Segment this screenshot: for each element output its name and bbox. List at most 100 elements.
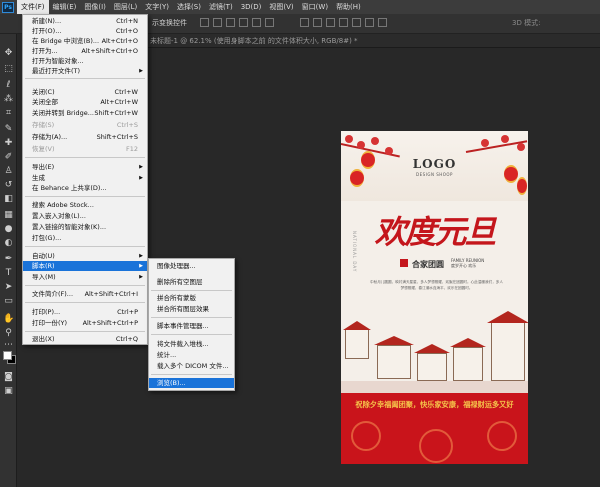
menu-item-new[interactable]: 新建(N)... Ctrl+N — [23, 16, 147, 26]
distribute-bottom-icon[interactable] — [326, 18, 335, 27]
blur-tool-icon[interactable]: ● — [3, 224, 14, 235]
menu-separator — [151, 374, 232, 375]
cloud-ornament — [487, 421, 517, 451]
menu-item-statistics[interactable]: 统计... — [149, 350, 234, 360]
menu-item-browse-in-bridge[interactable]: 在 Bridge 中浏览(B)... Alt+Ctrl+O — [23, 36, 147, 46]
menu-item-open-recent[interactable]: 最近打开文件(T) ▶ — [23, 66, 147, 76]
menu-help[interactable]: 帮助(H) — [332, 0, 365, 14]
menu-item-export[interactable]: 导出(E) ▶ — [23, 162, 147, 172]
menu-item-scripts[interactable]: 脚本(R) ▶ — [23, 261, 147, 271]
menu-item-close[interactable]: 关闭(C) Ctrl+W — [23, 87, 147, 97]
hand-tool-icon[interactable]: ✋ — [3, 314, 14, 325]
menu-item-open[interactable]: 打开(O)... Ctrl+O — [23, 26, 147, 36]
menu-item-print-one-copy[interactable]: 打印一份(Y) Alt+Shift+Ctrl+P — [23, 318, 147, 328]
distribute-middle-icon[interactable] — [313, 18, 322, 27]
align-middle-icon[interactable] — [252, 18, 261, 27]
menu-edit[interactable]: 编辑(E) — [49, 0, 81, 14]
menu-item-file-info[interactable]: 文件简介(F)... Alt+Shift+Ctrl+I — [23, 289, 147, 299]
history-brush-tool-icon[interactable]: ↺ — [3, 180, 14, 191]
align-top-icon[interactable] — [239, 18, 248, 27]
clone-stamp-tool-icon[interactable]: ♙ — [3, 166, 14, 177]
plum-blossom — [371, 137, 379, 145]
cloud-ornament — [351, 421, 381, 451]
menu-item-load-multiple-dicom[interactable]: 载入多个 DICOM 文件... — [149, 361, 234, 371]
menu-view[interactable]: 视图(V) — [265, 0, 297, 14]
menu-image[interactable]: 图像(I) — [80, 0, 110, 14]
align-right-icon[interactable] — [226, 18, 235, 27]
menu-select[interactable]: 选择(S) — [173, 0, 205, 14]
menu-item-print[interactable]: 打印(P)... Ctrl+P — [23, 307, 147, 317]
house-roof — [450, 338, 486, 347]
menu-item-open-as-smart-object[interactable]: 打开为智能对象... — [23, 56, 147, 66]
zoom-tool-icon[interactable]: ⚲ — [3, 328, 14, 339]
menu-separator — [151, 334, 232, 335]
align-left-icon[interactable] — [200, 18, 209, 27]
menu-item-delete-empty-layers[interactable]: 删除所有空图层 — [149, 277, 234, 287]
menu-filter[interactable]: 滤镜(T) — [205, 0, 237, 14]
red-lantern — [517, 177, 527, 195]
menu-item-open-as[interactable]: 打开为... Alt+Shift+Ctrl+O — [23, 46, 147, 56]
eraser-tool-icon[interactable]: ◧ — [3, 194, 14, 205]
screen-mode-icon[interactable]: ▣ — [3, 386, 14, 397]
show-transform-controls-label[interactable]: 示变换控件 — [152, 18, 187, 28]
menu-item-automate[interactable]: 自动(U) ▶ — [23, 251, 147, 261]
document-tab[interactable]: 未标题-1 @ 62.1% (使用身脚本之前 的文件体积大小, RGB/8#) … — [144, 34, 364, 48]
menu-separator — [151, 290, 232, 291]
align-center-icon[interactable] — [213, 18, 222, 27]
gradient-tool-icon[interactable]: ▦ — [3, 210, 14, 221]
menu-item-close-go-to-bridge[interactable]: 关闭并转到 Bridge... Shift+Ctrl+W — [23, 108, 147, 118]
align-bottom-icon[interactable] — [265, 18, 274, 27]
foreground-color-swatch[interactable] — [3, 351, 12, 360]
menu-item-place-linked[interactable]: 置入链接的智能对象(K)... — [23, 222, 147, 232]
type-tool-icon[interactable]: T — [3, 268, 14, 279]
menu-item-import[interactable]: 导入(M) ▶ — [23, 272, 147, 282]
menu-item-flatten-all-masks[interactable]: 拼合所有蒙版 — [149, 293, 234, 303]
menu-item-script-events-manager[interactable]: 脚本事件管理器... — [149, 321, 234, 331]
rectangle-tool-icon[interactable]: ▭ — [3, 296, 14, 307]
pen-tool-icon[interactable]: ✒ — [3, 254, 14, 265]
path-selection-tool-icon[interactable]: ➤ — [3, 282, 14, 293]
move-tool-icon[interactable]: ✥ — [3, 48, 14, 59]
lasso-tool-icon[interactable]: ℓ — [3, 80, 14, 91]
town-illustration — [341, 303, 528, 393]
more-options-icon[interactable] — [378, 18, 387, 27]
menu-item-search-adobe-stock[interactable]: 搜索 Adobe Stock... — [23, 200, 147, 210]
menu-separator — [25, 331, 145, 332]
distribute-center-icon[interactable] — [352, 18, 361, 27]
dodge-tool-icon[interactable]: ◐ — [3, 238, 14, 249]
quick-mask-icon[interactable]: ◙ — [3, 372, 14, 383]
menu-layer[interactable]: 图层(L) — [110, 0, 141, 14]
marquee-tool-icon[interactable]: ⬚ — [3, 64, 14, 75]
distribute-right-icon[interactable] — [365, 18, 374, 27]
menu-item-close-all[interactable]: 关闭全部 Alt+Ctrl+W — [23, 97, 147, 107]
eyedropper-tool-icon[interactable]: ✎ — [3, 124, 14, 135]
menu-item-browse[interactable]: 浏览(B)... — [149, 378, 234, 388]
menu-item-place-embedded[interactable]: 置入嵌入对象(L)... — [23, 211, 147, 221]
canvas-document[interactable]: LOGO DESIGN SHOOP 欢度元旦 NATIONAL DAY 合家团圆… — [341, 131, 528, 464]
brush-tool-icon[interactable]: ✐ — [3, 152, 14, 163]
more-tools-icon[interactable]: ⋯ — [3, 340, 14, 351]
distribute-left-icon[interactable] — [339, 18, 348, 27]
menu-item-save-as[interactable]: 存储为(A)... Shift+Ctrl+S — [23, 132, 147, 142]
menu-item-load-files-into-stack[interactable]: 将文件载入堆栈... — [149, 339, 234, 349]
distribute-top-icon[interactable] — [300, 18, 309, 27]
house — [491, 321, 525, 381]
crop-tool-icon[interactable]: ⌗ — [3, 108, 14, 119]
house-roof — [487, 311, 528, 323]
menu-item-package[interactable]: 打包(G)... — [23, 233, 147, 243]
menu-item-flatten-all-layer-effects[interactable]: 拼合所有图层效果 — [149, 304, 234, 314]
healing-brush-tool-icon[interactable]: ✚ — [3, 138, 14, 149]
menu-3d[interactable]: 3D(D) — [237, 0, 266, 14]
poster-banner-text: 祝除夕幸福阖团聚，快乐家安康，福禄财运多又好 — [355, 400, 514, 409]
poster-subtitle-en: FAMILY REUNION 度岁开心 欢乐 — [451, 258, 485, 268]
menu-window[interactable]: 窗口(W) — [298, 0, 332, 14]
menu-item-share-on-behance[interactable]: 在 Behance 上共享(D)... — [23, 183, 147, 193]
menu-file[interactable]: 文件(F) — [17, 0, 49, 14]
magic-wand-tool-icon[interactable]: ⁂ — [3, 94, 14, 105]
menu-item-generate[interactable]: 生成 ▶ — [23, 173, 147, 183]
menu-item-image-processor[interactable]: 图像处理器... — [149, 261, 234, 271]
menu-item-save: 存储(S) Ctrl+S — [32, 121, 138, 129]
menu-type[interactable]: 文字(Y) — [141, 0, 173, 14]
submenu-arrow-icon: ▶ — [139, 164, 143, 170]
menu-item-exit[interactable]: 退出(X) Ctrl+Q — [23, 334, 147, 344]
